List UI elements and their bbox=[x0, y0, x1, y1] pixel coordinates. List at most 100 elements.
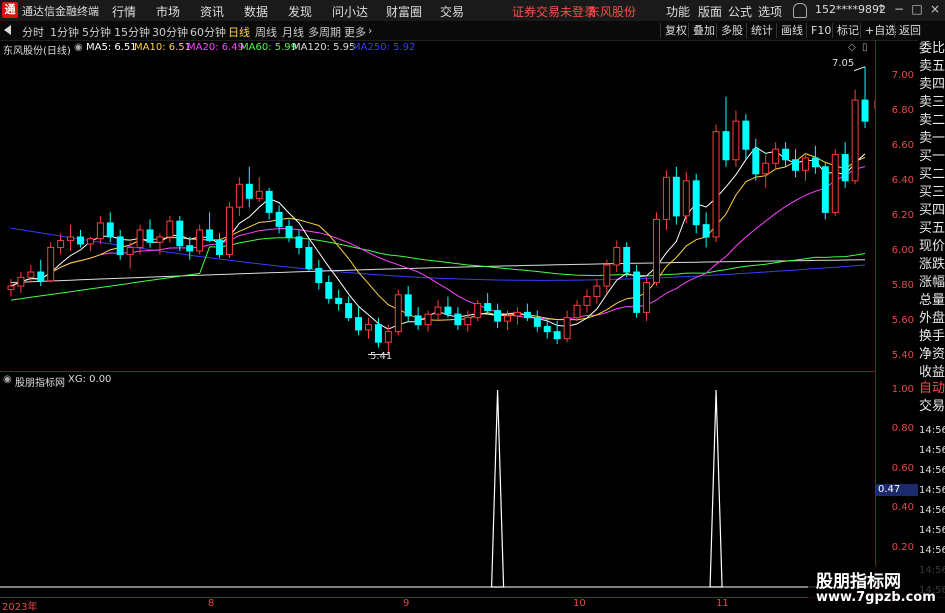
return-button[interactable]: 返回 bbox=[894, 23, 925, 38]
x-label-sep: 9 bbox=[403, 598, 410, 609]
legend-ma250: MA250: 5.92 bbox=[352, 42, 416, 53]
candle-body bbox=[682, 180, 690, 217]
trade-time: 14:56 bbox=[919, 445, 945, 456]
candle-body bbox=[186, 245, 194, 252]
candle-body bbox=[702, 224, 710, 238]
tab-daily[interactable]: 日线 bbox=[228, 24, 250, 40]
x-label-nov: 11 bbox=[716, 598, 729, 609]
quote-label: 买三 bbox=[919, 185, 945, 200]
menu-wenxiaoda[interactable]: 问小达 bbox=[332, 3, 368, 20]
draw-line-button[interactable]: 画线 bbox=[776, 23, 807, 38]
f10-button[interactable]: F10 bbox=[806, 23, 835, 38]
close-button[interactable]: × bbox=[926, 2, 944, 18]
adjust-button[interactable]: 复权 bbox=[660, 23, 691, 38]
menu-options[interactable]: 选项 bbox=[758, 3, 782, 20]
menu-quotes[interactable]: 行情 bbox=[112, 3, 136, 20]
indicator-toggle-icon[interactable]: ◉ bbox=[3, 374, 12, 385]
candle-body bbox=[732, 120, 740, 161]
candle-body bbox=[712, 131, 720, 238]
candle-body bbox=[235, 183, 243, 208]
tab-30min[interactable]: 30分钟 bbox=[152, 24, 188, 40]
menu-function[interactable]: 功能 bbox=[666, 3, 690, 20]
chevron-right-icon[interactable]: › bbox=[368, 24, 372, 37]
quote-label: 卖四 bbox=[919, 77, 945, 92]
minimize-button[interactable]: − bbox=[890, 2, 908, 18]
candle-body bbox=[96, 222, 104, 240]
menu-market[interactable]: 市场 bbox=[156, 3, 180, 20]
overlay-button[interactable]: 叠加 bbox=[688, 23, 719, 38]
maximize-button[interactable]: □ bbox=[908, 2, 926, 18]
statistics-button[interactable]: 统计 bbox=[746, 23, 777, 38]
login-notice[interactable]: 证券交易未登录 bbox=[512, 3, 596, 20]
indicator-panel[interactable]: ◉ 股朋指标网 XG: 0.00 bbox=[0, 372, 875, 597]
candle-body bbox=[315, 268, 323, 284]
candle-body bbox=[553, 331, 561, 340]
tab-monthly[interactable]: 月线 bbox=[282, 24, 304, 40]
tab-weekly[interactable]: 周线 bbox=[255, 24, 277, 40]
tab-1min[interactable]: 1分钟 bbox=[50, 24, 79, 40]
tab-multi-period[interactable]: 多周期 bbox=[308, 24, 341, 40]
x-label-oct: 10 bbox=[573, 598, 586, 609]
candle-body bbox=[523, 311, 531, 319]
trade-time: 14:56 bbox=[919, 545, 945, 556]
candle-body bbox=[245, 183, 253, 199]
quote-label[interactable]: 自动 bbox=[919, 380, 945, 398]
price-tick-label: 6.20 bbox=[891, 209, 914, 221]
trade-time: 14:56 bbox=[919, 425, 945, 436]
pin-icon[interactable]: ↑ bbox=[872, 2, 890, 18]
candle-body bbox=[573, 304, 581, 319]
kline-chart[interactable] bbox=[0, 40, 875, 371]
candle-body bbox=[216, 239, 223, 255]
menu-trade[interactable]: 交易 bbox=[440, 3, 464, 20]
legend-toggle-icon[interactable]: ◉ bbox=[74, 42, 83, 53]
price-tick-label: 5.80 bbox=[891, 280, 914, 292]
candle-body bbox=[116, 236, 124, 255]
back-arrow-icon[interactable] bbox=[4, 25, 11, 35]
price-tick-label: 6.40 bbox=[891, 174, 914, 186]
candle-body bbox=[77, 236, 84, 245]
high-leader bbox=[853, 66, 866, 72]
menu-news[interactable]: 资讯 bbox=[200, 3, 224, 20]
price-tick-label: 7.00 bbox=[891, 69, 914, 81]
tab-intraday[interactable]: 分时 bbox=[22, 24, 44, 40]
menu-wealth-circle[interactable]: 财富圈 bbox=[386, 3, 422, 20]
candle-body bbox=[166, 220, 174, 238]
expand-icon[interactable]: ▯ bbox=[862, 42, 868, 53]
candle-body bbox=[295, 236, 303, 248]
tab-15min[interactable]: 15分钟 bbox=[114, 24, 150, 40]
app-logo-icon: 通 bbox=[2, 2, 18, 18]
candle-body bbox=[374, 324, 382, 343]
candle-body bbox=[37, 271, 45, 282]
xg-indicator-chart[interactable] bbox=[0, 372, 875, 597]
quote-label: 卖三 bbox=[919, 95, 945, 110]
period-toolbar: 分时 1分钟 5分钟 15分钟 30分钟 60分钟 日线 周线 月线 多周期 更… bbox=[0, 21, 945, 41]
ma120-line bbox=[10, 259, 866, 283]
mark-button[interactable]: 标记 bbox=[832, 23, 863, 38]
x-label-aug: 8 bbox=[208, 598, 215, 609]
tab-60min[interactable]: 60分钟 bbox=[190, 24, 226, 40]
candle-body bbox=[722, 131, 730, 161]
trade-time: 14:56 bbox=[919, 505, 945, 516]
price-tick-label: 5.60 bbox=[891, 315, 914, 327]
menu-discover[interactable]: 发现 bbox=[288, 3, 312, 20]
low-price-label: 5.41 bbox=[370, 351, 393, 362]
diamond-icon[interactable]: ◇ bbox=[848, 42, 856, 53]
quote-label[interactable]: 交易 bbox=[919, 398, 945, 416]
candle-body bbox=[752, 148, 760, 175]
tab-5min[interactable]: 5分钟 bbox=[82, 24, 111, 40]
watermark-title: 股朋指标网 bbox=[816, 572, 901, 592]
candle-body bbox=[126, 246, 134, 255]
trade-time: 14:56 bbox=[919, 465, 945, 476]
candle-body bbox=[365, 324, 372, 331]
indicator-tick-label: 0.40 bbox=[891, 502, 914, 514]
candle-body bbox=[662, 176, 670, 220]
tab-more[interactable]: 更多 bbox=[344, 24, 366, 40]
menu-layout[interactable]: 版面 bbox=[698, 3, 722, 20]
candle-body bbox=[692, 180, 700, 226]
user-icon[interactable] bbox=[793, 3, 807, 18]
multi-stock-button[interactable]: 多股 bbox=[716, 23, 747, 38]
kline-chart-panel[interactable]: 东风股份(日线) ◉ MA5: 6.51 MA10: 6.51 MA20: 6.… bbox=[0, 40, 875, 371]
menu-data[interactable]: 数据 bbox=[244, 3, 268, 20]
candle-body bbox=[831, 153, 839, 213]
menu-formula[interactable]: 公式 bbox=[728, 3, 752, 20]
